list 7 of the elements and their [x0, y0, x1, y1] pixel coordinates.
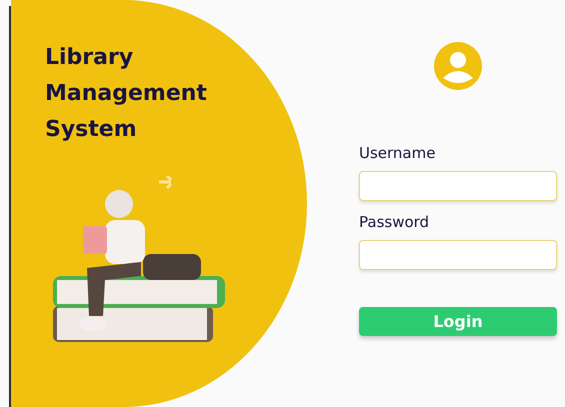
username-field[interactable]	[359, 171, 557, 201]
password-field[interactable]	[359, 240, 557, 270]
app-title: Library Management System	[45, 44, 208, 144]
user-avatar-icon	[434, 42, 482, 90]
field-label: Username	[359, 144, 436, 162]
login-button[interactable]: Login	[359, 307, 557, 336]
field-label: Password	[359, 213, 430, 231]
